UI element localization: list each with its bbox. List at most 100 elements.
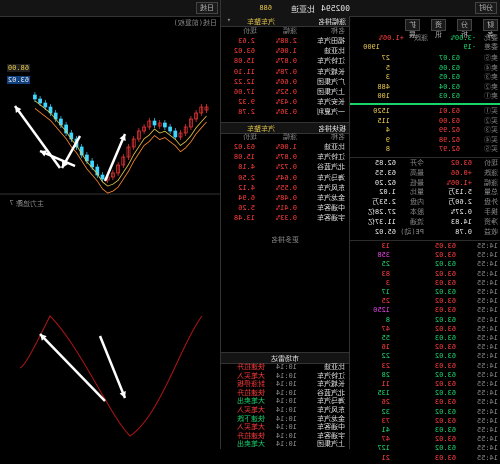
rank-price: 4.12 — [238, 183, 255, 192]
tick-volume: 17 — [381, 288, 390, 296]
candle-body — [38, 98, 42, 104]
rank-change: 0.87% — [275, 57, 297, 66]
header-name: 名称 — [331, 27, 345, 35]
tick-time: 14:55 — [476, 278, 498, 287]
bid-volume: 9 — [385, 135, 390, 144]
rank-name: 江铃汽车 — [317, 153, 345, 162]
tick-volume: 8 — [385, 315, 390, 324]
stat-value: 62.85 — [374, 159, 396, 167]
rank-row[interactable]: 上汽集团 0.52% 17.06 — [221, 88, 349, 97]
rank-panel-1-title: 涨幅排名 — [318, 18, 346, 26]
rank-header-row: 名称 涨幅 现价 — [221, 133, 349, 142]
rank-row[interactable]: 广汽集团 0.66% 12.22 — [221, 78, 349, 87]
ratio-label: 委比 — [484, 34, 498, 42]
ask-label: 卖③ — [484, 73, 498, 81]
mode-button[interactable]: 分时 — [475, 2, 497, 14]
tick-volume: 41 — [381, 426, 390, 434]
stat-value: 65.02 — [374, 227, 396, 236]
tick-row: 14:55 63.02 25 — [350, 260, 500, 269]
rank-panel-1: 名称 涨幅 现价 福田汽车 2.08% 2.63 比亚迪 1.06% 63.02 江铃汽车 0.87… — [221, 27, 349, 117]
ratio-row: 委比 -3.60% 涨跌 +1.06% — [350, 34, 500, 43]
rank-panel-1-dropdown[interactable]: 汽车整车 — [247, 17, 275, 27]
tick-row: 14:55 63.03 1250 — [350, 306, 500, 315]
rank-row[interactable]: 金龙汽车 0.48% 6.94 — [221, 194, 349, 203]
tick-row: 14:55 63.03 55 — [350, 334, 500, 343]
divider-line — [350, 240, 500, 241]
rank-row[interactable]: 宇通客车 0.33% 13.48 — [221, 214, 349, 223]
rank-row[interactable]: 江铃汽车 0.87% 15.08 — [221, 57, 349, 66]
tab-analysis[interactable]: 分析 — [457, 19, 472, 39]
rank-row[interactable]: 比亚迪 1.06% 63.02 — [221, 47, 349, 56]
rank-row[interactable]: 江铃汽车 0.87% 15.08 — [221, 153, 349, 162]
header-name: 名称 — [331, 133, 345, 141]
rank-price: 9.32 — [238, 98, 255, 107]
rank-change: 0.78% — [275, 67, 297, 76]
stat-label: 股本 — [410, 208, 424, 216]
tab-news[interactable]: 资讯 — [431, 19, 446, 39]
tick-time: 14:55 — [476, 288, 498, 296]
bid-list: 买① 63.01 1520 买② 63.00 115 买③ 62.99 4 买④ 62.98 9 买⑤ 6… — [350, 107, 500, 155]
tick-row: 14:55 63.02 47 — [350, 325, 500, 334]
diff-row: 委差 -19 1900 — [350, 43, 500, 52]
tick-volume: 83 — [381, 269, 390, 278]
tick-price: 63.02 — [434, 288, 456, 296]
rank-change: 0.43% — [275, 98, 297, 107]
stat-row: 现价 63.02 今开 62.85 — [350, 159, 500, 168]
more-rank-link[interactable]: 更多排名 — [221, 235, 349, 245]
ask-row: 卖③ 63.05 3 — [350, 73, 500, 82]
rank-name: 广汽集团 — [317, 77, 345, 86]
stat-value: 63.55 — [374, 168, 396, 177]
rank-row[interactable]: 长安汽车 0.43% 9.32 — [221, 98, 349, 107]
rank-row[interactable]: 海马汽车 0.64% 2.50 — [221, 174, 349, 183]
stat-label: 换手 — [484, 208, 498, 216]
rank-change: 1.06% — [275, 47, 297, 56]
rank-row[interactable]: 比亚迪 1.06% 63.02 — [221, 143, 349, 152]
tick-time: 14:55 — [476, 389, 498, 398]
tick-volume: 26 — [381, 398, 390, 407]
tab-extend[interactable]: 扩展 — [405, 19, 420, 39]
stat-value: 0.27% — [450, 208, 472, 216]
rank-price: 17.06 — [233, 88, 255, 96]
tick-list[interactable]: 14:55 63.05 13 14:55 63.02 358 14:55 63.02 25 14:… — [350, 242, 500, 464]
rank-row[interactable]: 东风汽车 0.55% 4.12 — [221, 184, 349, 193]
stat-label: 最高 — [410, 168, 424, 177]
bid-row: 买① 63.01 1520 — [350, 107, 500, 116]
radar-row: 上汽集团 10:14 大笔卖出 — [221, 440, 349, 449]
bid-price: 62.97 — [438, 145, 460, 153]
ask-volume: 3 — [385, 73, 390, 81]
tick-price: 63.02 — [434, 324, 456, 333]
bid-row: 买⑤ 62.97 8 — [350, 145, 500, 154]
bid-row: 买④ 62.98 9 — [350, 136, 500, 145]
rank-row[interactable]: 福田汽车 2.08% 2.63 — [221, 37, 349, 46]
rank-name: 江铃汽车 — [317, 57, 345, 66]
tick-price: 63.02 — [434, 416, 456, 425]
candle-body — [33, 94, 37, 100]
rank-row[interactable]: 北汽蓝谷 0.72% 4.18 — [221, 163, 349, 172]
rank-row[interactable]: 中通客车 0.41% 5.26 — [221, 204, 349, 213]
tab-finance[interactable]: 财务 — [483, 19, 498, 39]
tick-price: 63.03 — [434, 361, 456, 370]
stat-label: 内盘 — [410, 198, 424, 207]
rank-name: 长安汽车 — [317, 98, 345, 107]
tick-volume: 11 — [381, 380, 390, 388]
ask-price: 63.03 — [438, 92, 460, 100]
bid-row: 买② 63.00 115 — [350, 117, 500, 126]
terminal-window: 分时 002594 比亚迪 688 日线 财务 分析 资讯 扩展 委比 -3.6… — [0, 0, 500, 462]
stat-row: 换手 0.27% 股本 27.28亿 — [350, 208, 500, 217]
ask-volume: 5 — [385, 63, 390, 72]
kline-area[interactable]: 日线(前复权) 68.00 63.02 主力追踪 T 7 — [0, 16, 220, 449]
candle-body — [173, 130, 178, 138]
candle-body — [43, 102, 48, 108]
rank-price: 63.02 — [233, 47, 255, 56]
stat-value: +0.66 — [450, 168, 472, 177]
rank-row[interactable]: 长城汽车 0.78% 11.10 — [221, 68, 349, 77]
rank-row[interactable]: 一汽夏利 0.36% 2.78 — [221, 108, 349, 117]
quote-panel: 财务 分析 资讯 扩展 委比 -3.60% 涨跌 +1.06% 委差 -19 1… — [349, 16, 500, 462]
tick-volume: 22 — [381, 352, 390, 361]
ask-volume: 488 — [377, 82, 390, 91]
chart-type-button[interactable]: 日线 — [196, 2, 218, 14]
stat-value: 27.28亿 — [367, 208, 396, 216]
tick-time: 14:55 — [476, 251, 498, 260]
chevron-down-icon[interactable]: ▾ — [227, 16, 231, 24]
bid-row: 买③ 62.99 4 — [350, 126, 500, 135]
